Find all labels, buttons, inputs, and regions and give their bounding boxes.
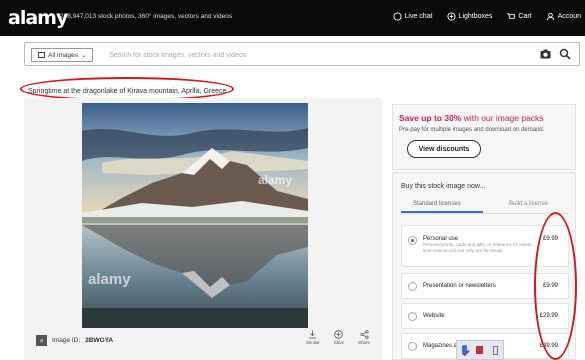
user-icon: [546, 12, 554, 21]
similar-button[interactable]: Similar: [306, 330, 320, 345]
category-dropdown[interactable]: All images ⌄: [31, 48, 94, 62]
save-button[interactable]: Save: [334, 330, 344, 345]
image-id-bar: a Image ID: 2BWGYA: [36, 335, 113, 346]
image-id-value: 2BWGYA: [85, 337, 114, 344]
save-icon: [334, 330, 344, 339]
radio-button[interactable]: [408, 236, 417, 245]
search-icon[interactable]: [559, 48, 571, 60]
image-id-label: Image ID:: [52, 337, 81, 344]
live-chat-label: Live chat: [404, 13, 433, 20]
search-input[interactable]: [109, 47, 489, 63]
image-icon: [38, 52, 45, 58]
price-annotation-circle: [534, 212, 577, 360]
cart-link[interactable]: Cart: [506, 12, 532, 21]
image-pack-promo: Save up to 30% with our image packs Pre-…: [392, 104, 576, 170]
cart-icon: [507, 13, 516, 19]
license-label: Presentation or newsletters: [423, 283, 496, 289]
grey-tool-icon[interactable]: [493, 345, 499, 355]
active-tab-indicator: [401, 211, 483, 213]
watermark-text: alamy: [258, 173, 293, 187]
license-label: Website: [423, 313, 445, 319]
chat-icon: [392, 12, 402, 21]
promo-title-rest: with our image packs: [461, 113, 544, 123]
live-chat-link[interactable]: Live chat: [392, 12, 433, 21]
chevron-down-icon: ⌄: [80, 52, 87, 59]
category-label: All images: [48, 51, 78, 59]
promo-subtitle: Pre-pay for multiple images and download…: [399, 127, 545, 133]
lightboxes-link[interactable]: Lightboxes: [446, 12, 493, 21]
similar-icon: [309, 330, 317, 339]
alamy-badge-icon: a: [36, 335, 47, 346]
mountain-lake-photo[interactable]: alamy alamy: [82, 103, 308, 328]
radio-button[interactable]: [408, 342, 417, 351]
promo-highlight: Save up to 30%: [399, 113, 462, 123]
promo-title: Save up to 30% with our image packs: [399, 113, 544, 123]
image-tools: Similar Save Share: [306, 330, 370, 345]
similar-label: Similar: [306, 340, 320, 345]
camera-search-icon[interactable]: [540, 49, 551, 59]
share-icon: [359, 330, 369, 339]
radio-button[interactable]: [408, 312, 417, 321]
red-tool-icon[interactable]: [476, 346, 484, 354]
account-label: Accoun: [557, 13, 581, 20]
tab-standard-licenses[interactable]: Standard licenses: [413, 201, 461, 207]
purchase-title: Buy this stock image now...: [401, 183, 486, 190]
tab-build-license[interactable]: Build a license: [509, 201, 548, 207]
header-nav: Live chat Lightboxes Cart Accoun: [392, 12, 581, 21]
search-bar: All images ⌄: [24, 42, 580, 66]
lightboxes-label: Lightboxes: [458, 13, 493, 20]
view-discounts-button[interactable]: View discounts: [407, 140, 481, 158]
save-label: Save: [333, 340, 345, 345]
alamy-logo[interactable]: alamy: [8, 7, 68, 29]
watermark-text: alamy: [88, 271, 131, 288]
share-label: Share: [358, 340, 371, 345]
cart-label: Cart: [518, 13, 532, 20]
top-nav-bar: alamy 278,947,013 stock photos, 360° ima…: [0, 0, 585, 36]
floating-toolbar[interactable]: [456, 340, 504, 360]
tagline: 278,947,013 stock photos, 360° images, v…: [60, 13, 233, 20]
radio-button[interactable]: [408, 282, 417, 291]
license-description: Personal prints, cards and gifts, or ref…: [423, 242, 533, 253]
lightbox-icon: [446, 12, 456, 21]
tab-divider: [401, 213, 569, 214]
share-button[interactable]: Share: [358, 330, 370, 345]
account-link[interactable]: Accoun: [546, 12, 581, 21]
